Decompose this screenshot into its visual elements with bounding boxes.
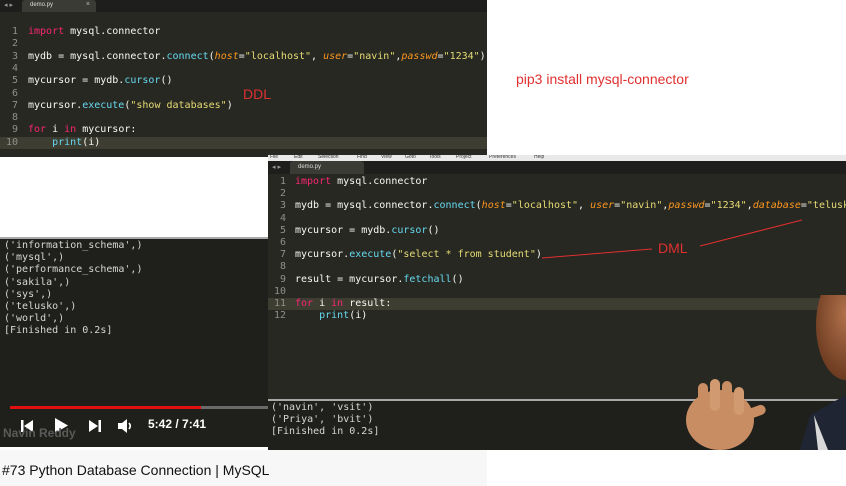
dml-annotation: DML: [658, 240, 688, 256]
presenter-video-overlay: [686, 295, 846, 450]
hand-gesture: [686, 379, 766, 450]
